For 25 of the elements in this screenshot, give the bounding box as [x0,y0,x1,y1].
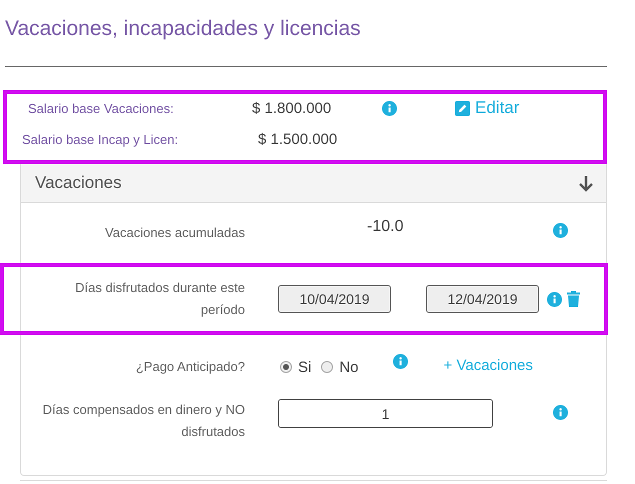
info-icon[interactable] [553,405,568,420]
field-label: Días compensados en dinero y NO disfrutados [42,401,245,441]
field-label: Días disfrutados durante este período [74,279,245,319]
info-icon[interactable] [392,354,408,369]
radio-option[interactable]: No [321,358,359,376]
info-icon[interactable] [553,223,568,238]
trash-icon[interactable] [567,291,580,307]
salary-label: Salario base Incap y Licen: [21,132,180,146]
page-title: Vacaciones, incapacidades y licencias [5,16,362,42]
info-icon[interactable] [382,100,397,116]
date-field[interactable]: 10/04/2019 [278,285,391,313]
salary-value: $ 1.500.000 [257,130,338,148]
date-field[interactable]: 12/04/2019 [426,285,539,313]
edit-icon [455,100,470,116]
info-icon[interactable] [547,292,562,306]
field-label: ¿Pago Anticipado? [134,358,245,376]
input-field[interactable]: 1 [278,399,493,428]
field-label: Vacaciones acumuladas [104,224,245,242]
section-title: Vacaciones [35,173,122,193]
salary-label: Salario base Vacaciones: [27,100,175,116]
field-value: -10.0 [367,218,404,236]
radio-option[interactable]: Si [280,358,312,376]
salary-value: $ 1.800.000 [252,100,332,116]
card-header[interactable]: Vacaciones [21,164,606,203]
arrow-down-icon[interactable] [578,174,594,192]
